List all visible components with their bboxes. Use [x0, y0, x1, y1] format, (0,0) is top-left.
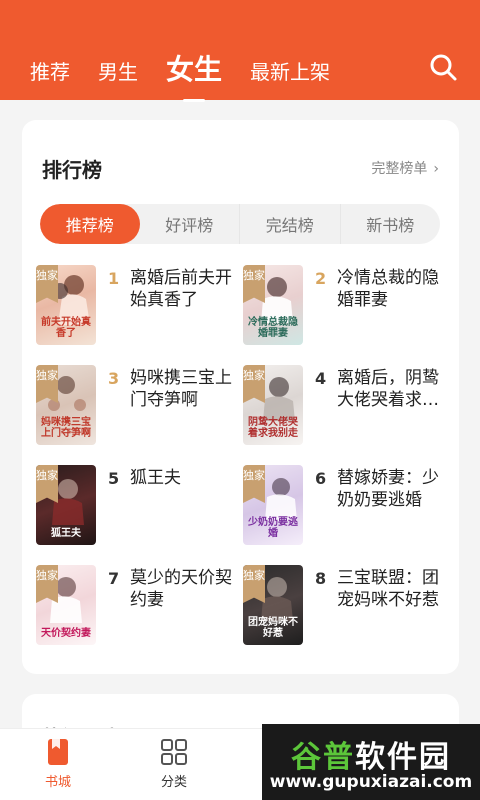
book-title: 三宝联盟：团宠妈咪不好惹	[337, 568, 439, 610]
exclusive-badge: 独家	[243, 365, 265, 403]
book-item[interactable]: 独家 阴鸷大佬哭着求我别走 4 离婚后，阴鸷大佬哭着求…	[243, 365, 443, 447]
full-ranking-link[interactable]: 完整榜单 ›	[371, 158, 439, 178]
book-cover: 独家 冷情总裁隐婚罪妻	[243, 265, 303, 345]
segment-completed[interactable]: 完结榜	[240, 204, 341, 244]
site-watermark: 谷普软件园 www.gupuxiazai.com	[262, 724, 480, 800]
watermark-url: www.gupuxiazai.com	[269, 772, 473, 792]
segment-top-rated[interactable]: 好评榜	[140, 204, 240, 244]
nav-bookstore-label: 书城	[44, 775, 71, 790]
rank-number: 4	[315, 369, 327, 388]
book-title: 离婚后前夫开始真香了	[130, 268, 232, 310]
cover-title: 少奶奶要逃婚	[248, 517, 298, 539]
book-cover: 独家 少奶奶要逃婚	[243, 465, 303, 545]
segment-new-books[interactable]: 新书榜	[341, 204, 441, 244]
ranking-title: 排行榜	[42, 158, 102, 182]
chevron-right-icon: ›	[433, 161, 439, 177]
tab-recommend[interactable]: 推荐	[30, 56, 70, 85]
tab-female[interactable]: 女生	[166, 48, 222, 88]
book-title: 离婚后，阴鸷大佬哭着求…	[337, 368, 439, 410]
book-item[interactable]: 独家 少奶奶要逃婚 6 替嫁娇妻：少奶奶要逃婚	[243, 465, 443, 547]
tab-new-arrivals[interactable]: 最新上架	[250, 56, 330, 85]
ranking-card: 排行榜 完整榜单 › 推荐榜 好评榜 完结榜 新书榜 独家 前夫开始真香了 1 离…	[22, 120, 459, 674]
grid-icon	[161, 739, 187, 765]
exclusive-badge: 独家	[36, 265, 58, 303]
exclusive-badge: 独家	[36, 465, 58, 503]
book-item[interactable]: 独家 冷情总裁隐婚罪妻 2 冷情总裁的隐婚罪妻	[243, 265, 443, 347]
book-cover: 独家 天价契约妻	[36, 565, 96, 645]
cover-title: 狐王夫	[51, 528, 81, 539]
book-item[interactable]: 独家 天价契约妻 7 莫少的天价契约妻	[36, 565, 236, 647]
search-icon[interactable]	[428, 52, 458, 82]
book-title: 冷情总裁的隐婚罪妻	[337, 268, 439, 310]
rank-number: 6	[315, 469, 327, 488]
book-title: 替嫁娇妻：少奶奶要逃婚	[337, 468, 439, 510]
exclusive-badge: 独家	[36, 565, 58, 603]
cover-title: 天价契约妻	[41, 628, 91, 639]
tab-male[interactable]: 男生	[98, 56, 138, 85]
book-title: 莫少的天价契约妻	[130, 568, 232, 610]
book-cover: 独家 狐王夫	[36, 465, 96, 545]
book-cover: 独家 团宠妈咪不好惹	[243, 565, 303, 645]
cover-title: 冷情总裁隐婚罪妻	[248, 317, 298, 339]
cover-title: 团宠妈咪不好惹	[248, 617, 298, 639]
exclusive-badge: 独家	[243, 465, 265, 503]
cover-title: 妈咪携三宝上门夺笋啊	[41, 417, 91, 439]
rank-number: 8	[315, 569, 327, 588]
channel-tabs: 推荐 男生 女生 最新上架	[30, 48, 358, 88]
rank-number: 2	[315, 269, 327, 288]
book-cover: 独家 前夫开始真香了	[36, 265, 96, 345]
full-ranking-label: 完整榜单	[371, 161, 428, 177]
book-item[interactable]: 独家 团宠妈咪不好惹 8 三宝联盟：团宠妈咪不好惹	[243, 565, 443, 647]
nav-bookstore[interactable]: 书城	[28, 737, 88, 790]
rank-number: 7	[108, 569, 120, 588]
exclusive-badge: 独家	[243, 265, 265, 303]
book-cover: 独家 妈咪携三宝上门夺笋啊	[36, 365, 96, 445]
book-item[interactable]: 独家 前夫开始真香了 1 离婚后前夫开始真香了	[36, 265, 236, 347]
cover-title: 阴鸷大佬哭着求我别走	[248, 417, 298, 439]
book-item[interactable]: 独家 妈咪携三宝上门夺笋啊 3 妈咪携三宝上门夺笋啊	[36, 365, 236, 447]
watermark-brand: 谷普软件园	[291, 740, 451, 775]
nav-category[interactable]: 分类	[144, 737, 204, 790]
exclusive-badge: 独家	[36, 365, 58, 403]
rank-number: 5	[108, 469, 120, 488]
book-cover: 独家 阴鸷大佬哭着求我别走	[243, 365, 303, 445]
book-icon	[48, 739, 68, 765]
ranking-segment-control: 推荐榜 好评榜 完结榜 新书榜	[40, 204, 440, 244]
nav-category-label: 分类	[160, 775, 187, 790]
rank-number: 3	[108, 369, 120, 388]
rank-number: 1	[108, 269, 120, 288]
exclusive-badge: 独家	[243, 565, 265, 603]
segment-recommend[interactable]: 推荐榜	[40, 204, 140, 244]
book-title: 狐王夫	[130, 468, 181, 488]
top-header: 推荐 男生 女生 最新上架	[0, 0, 480, 100]
book-item[interactable]: 独家 狐王夫 5 狐王夫	[36, 465, 236, 547]
book-title: 妈咪携三宝上门夺笋啊	[130, 368, 232, 410]
cover-title: 前夫开始真香了	[41, 317, 91, 339]
